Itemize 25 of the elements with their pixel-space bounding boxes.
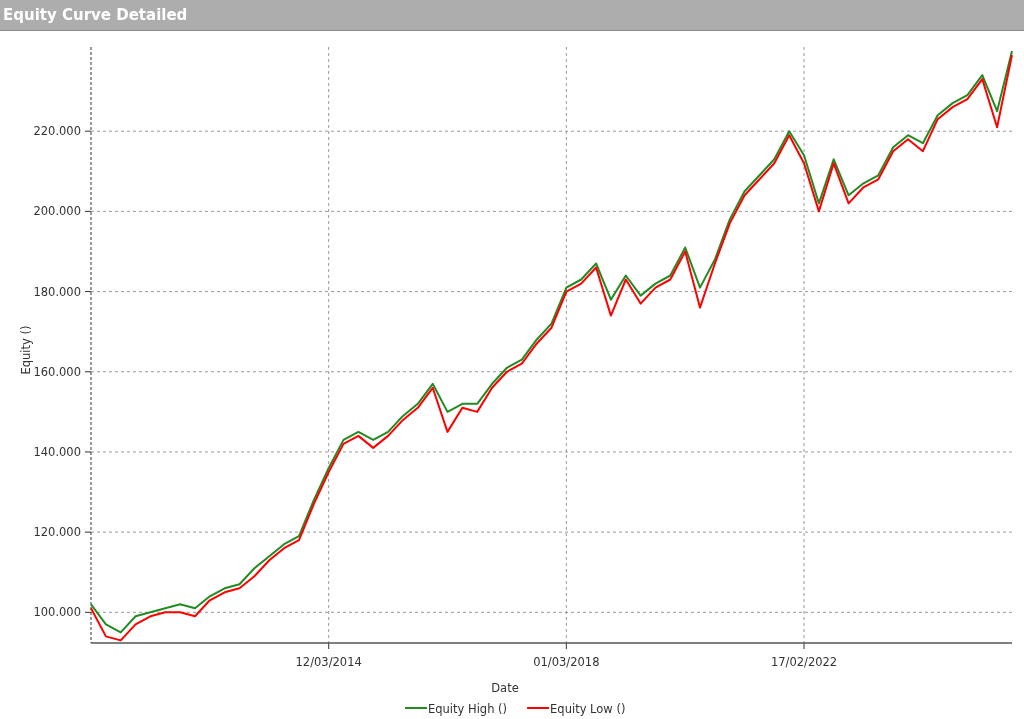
tick-mark	[84, 611, 92, 613]
x-tick-label: 12/03/2014	[295, 655, 362, 669]
y-axis-title: Equity ()	[19, 325, 33, 375]
legend-label: Equity Low ()	[550, 702, 626, 716]
tick-mark	[84, 451, 92, 453]
y-tick-label: 140.000	[33, 444, 81, 459]
x-tick-label: 01/03/2018	[533, 655, 600, 669]
x-axis-title: Date	[491, 681, 519, 695]
tick-mark	[84, 291, 92, 293]
tick-mark	[565, 642, 567, 650]
tick-mark	[84, 130, 92, 132]
y-tick-label: 100.000	[33, 605, 81, 620]
y-tick-label: 180.000	[33, 284, 81, 299]
x-tick-label: 17/02/2022	[770, 655, 838, 669]
tick-mark	[328, 642, 330, 650]
y-tick-label: 160.000	[33, 364, 81, 379]
y-tick-label: 200.000	[33, 204, 81, 219]
tick-mark	[84, 210, 92, 212]
y-tick-label: 220.000	[33, 124, 81, 139]
y-tick-label: 120.000	[33, 525, 81, 540]
panel-title: Equity Curve Detailed	[3, 6, 188, 24]
legend-label: Equity High ()	[428, 702, 508, 716]
tick-mark	[84, 371, 92, 373]
tick-mark	[84, 531, 92, 533]
tick-mark	[803, 642, 805, 650]
